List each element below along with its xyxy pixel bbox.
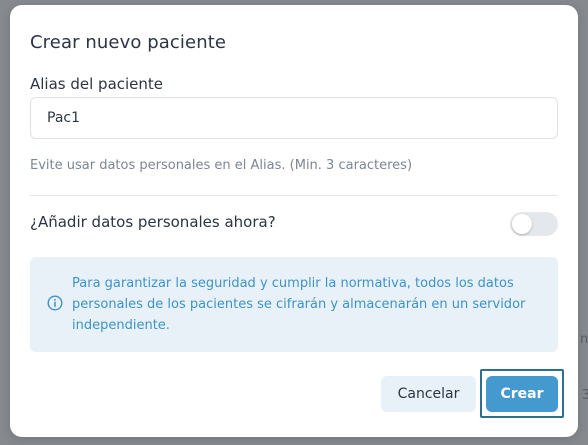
alias-helper-text: Evite usar datos personales en el Alias.…: [30, 158, 413, 173]
create-patient-dialog: Crear nuevo paciente Alias del paciente …: [10, 5, 578, 437]
backdrop-text-fragment: ne: [580, 332, 588, 347]
alias-input[interactable]: [30, 97, 558, 139]
personal-data-toggle[interactable]: [510, 212, 558, 236]
create-button[interactable]: Crear: [486, 376, 558, 412]
alias-label: Alias del paciente: [30, 75, 164, 93]
cancel-button[interactable]: Cancelar: [381, 376, 476, 412]
info-notice: Para garantizar la seguridad y cumplir l…: [30, 257, 558, 352]
personal-data-toggle-label: ¿Añadir datos personales ahora?: [30, 213, 276, 231]
info-circle-icon: [47, 295, 63, 311]
info-notice-text: Para garantizar la seguridad y cumplir l…: [72, 276, 526, 333]
divider: [30, 195, 558, 196]
backdrop-text-fragment: 3: [582, 388, 588, 403]
dialog-title: Crear nuevo paciente: [30, 32, 227, 53]
toggle-knob: [512, 214, 532, 234]
